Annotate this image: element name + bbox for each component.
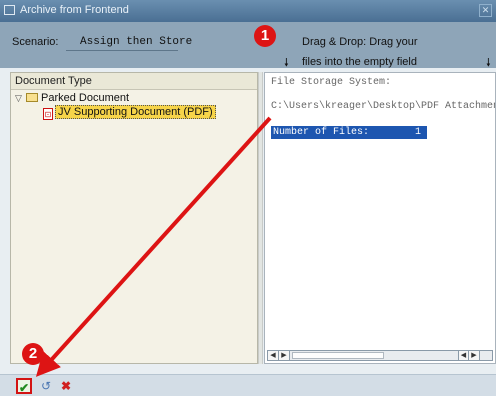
pdf-icon: ⊡ xyxy=(43,108,53,120)
scenario-underline xyxy=(66,50,178,51)
scenario-label: Scenario: xyxy=(12,36,59,48)
collapse-triangle-icon[interactable]: ▽ xyxy=(15,91,25,105)
check-icon[interactable]: ✔ xyxy=(16,378,32,395)
scenario-value: Assign then Store xyxy=(80,36,193,48)
step-2-badge: 2 xyxy=(22,343,44,365)
window-icon xyxy=(4,5,15,15)
number-of-files-value: 1 xyxy=(415,127,422,138)
tree-header: Document Type xyxy=(11,73,257,90)
scroll-right-icon[interactable]: ▶ xyxy=(279,351,290,360)
horizontal-scrollbar[interactable]: ◀ ▶ ◀ ▶ xyxy=(267,350,493,361)
scroll-left-icon-2[interactable]: ◀ xyxy=(458,351,469,360)
down-arrow-icon: 🠗 xyxy=(284,57,289,69)
scroll-thumb[interactable] xyxy=(292,352,384,359)
file-path: C:\Users\kreager\Desktop\PDF Attachments xyxy=(271,101,496,112)
file-storage-label: File Storage System: xyxy=(271,77,392,88)
folder-icon xyxy=(26,93,38,102)
step-1-badge: 1 xyxy=(254,25,276,47)
reset-icon[interactable]: ↺ xyxy=(38,378,54,394)
tree-node-parked-document[interactable]: ▽ Parked Document xyxy=(15,91,129,105)
tree-node-label-selected: JV Supporting Document (PDF) xyxy=(55,105,216,119)
file-drop-area[interactable]: File Storage System: C:\Users\kreager\De… xyxy=(264,72,496,364)
scroll-left-icon[interactable]: ◀ xyxy=(268,351,279,360)
cancel-icon[interactable]: ✖ xyxy=(58,378,74,394)
pane-splitter[interactable] xyxy=(258,72,263,364)
window-titlebar: Archive from Frontend ✕ xyxy=(0,0,496,22)
window-title: Archive from Frontend xyxy=(20,4,129,16)
scroll-right-icon-2[interactable]: ▶ xyxy=(469,351,480,360)
bottom-toolbar: ✔ ↺ ✖ xyxy=(0,374,496,396)
number-of-files-label: Number of Files: xyxy=(273,127,370,138)
drag-drop-instruction-line2: files into the empty field xyxy=(302,56,417,68)
document-type-tree: Document Type ▽ Parked Document ⊡ JV Suppo… xyxy=(10,72,258,364)
drag-drop-instruction-line1: Drag & Drop: Drag your xyxy=(302,36,418,48)
down-arrow-icon-right: 🠗 xyxy=(486,57,491,69)
header-panel: Scenario: Assign then Store Drag & Drop:… xyxy=(0,22,496,69)
close-icon[interactable]: ✕ xyxy=(479,4,492,17)
tree-node-label: Parked Document xyxy=(41,92,130,104)
tree-node-jv-supporting-document[interactable]: ⊡ JV Supporting Document (PDF) xyxy=(43,105,216,120)
number-of-files-row: Number of Files: 1 xyxy=(271,126,427,139)
